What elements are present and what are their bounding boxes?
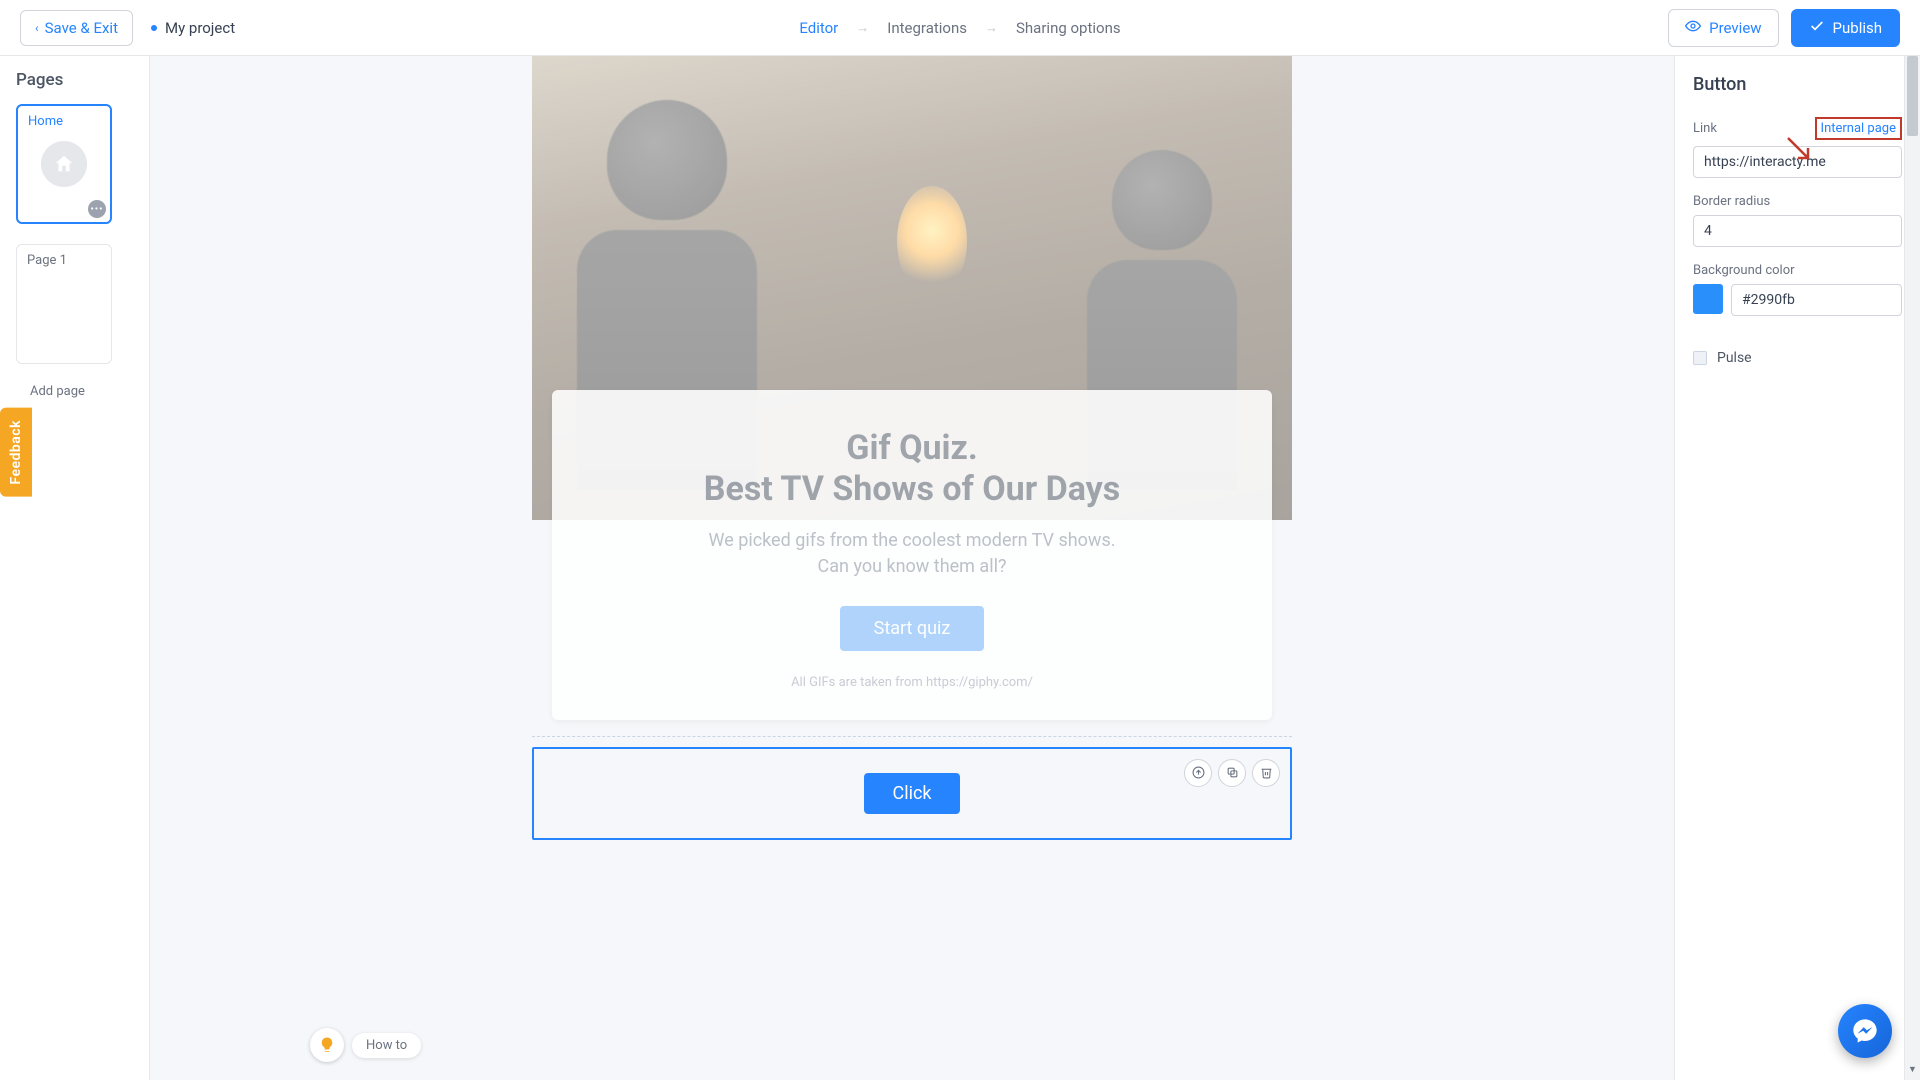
home-icon — [41, 141, 87, 187]
border-radius-input[interactable] — [1693, 215, 1902, 247]
canvas-click-button[interactable]: Click — [864, 773, 959, 814]
move-up-button[interactable] — [1184, 759, 1212, 787]
publish-label: Publish — [1833, 19, 1882, 37]
delete-button[interactable] — [1252, 759, 1280, 787]
properties-panel: Button Link Internal page Border radius … — [1674, 56, 1920, 1080]
page-card-label: Home — [28, 114, 100, 129]
breadcrumb: Editor → Integrations → Sharing options — [799, 19, 1120, 37]
hero-flame — [897, 186, 967, 296]
block-divider — [532, 736, 1292, 737]
pages-heading: Pages — [16, 70, 133, 90]
internal-page-link[interactable]: Internal page — [1815, 117, 1902, 140]
save-exit-label: Save & Exit — [45, 19, 118, 37]
scroll-down-button[interactable]: ▼ — [1905, 1064, 1920, 1080]
editor-canvas[interactable]: Gif Quiz. Best TV Shows of Our Days We p… — [150, 56, 1674, 1080]
chevron-left-icon: ‹ — [35, 21, 39, 35]
step-integrations[interactable]: Integrations — [887, 19, 967, 37]
quiz-title: Gif Quiz. Best TV Shows of Our Days — [582, 428, 1242, 510]
feedback-tab[interactable]: Feedback — [0, 408, 32, 497]
pulse-checkbox[interactable] — [1693, 351, 1707, 365]
quiz-intro-card[interactable]: Gif Quiz. Best TV Shows of Our Days We p… — [552, 390, 1272, 720]
project-name-text: My project — [165, 19, 235, 37]
messenger-chat-button[interactable] — [1838, 1004, 1892, 1058]
unsaved-dot-icon — [151, 25, 157, 31]
save-exit-button[interactable]: ‹ Save & Exit — [20, 10, 133, 46]
lightbulb-icon[interactable] — [310, 1028, 344, 1062]
border-radius-label: Border radius — [1693, 194, 1902, 209]
eye-icon — [1685, 18, 1701, 38]
vertical-scrollbar[interactable]: ▲ ▼ — [1904, 56, 1920, 1080]
properties-heading: Button — [1693, 74, 1902, 95]
pulse-label: Pulse — [1717, 350, 1752, 366]
quiz-subtitle: We picked gifs from the coolest modern T… — [582, 528, 1242, 580]
background-color-input[interactable] — [1731, 284, 1902, 316]
page-card-menu-button[interactable]: ••• — [88, 200, 106, 218]
preview-button[interactable]: Preview — [1668, 9, 1778, 47]
quiz-credit: All GIFs are taken from https://giphy.co… — [582, 675, 1242, 690]
annotation-arrow-icon — [1786, 136, 1814, 164]
publish-button[interactable]: Publish — [1791, 9, 1900, 47]
page-card-home[interactable]: Home ••• — [16, 104, 112, 224]
preview-label: Preview — [1709, 19, 1761, 37]
check-icon — [1809, 18, 1825, 38]
color-swatch[interactable] — [1693, 284, 1723, 314]
project-name: My project — [151, 19, 235, 37]
pages-sidebar: Pages Home ••• Page 1 Add page — [0, 56, 150, 1080]
how-to-button[interactable]: How to — [352, 1033, 421, 1058]
chevron-right-icon: → — [856, 20, 869, 36]
step-sharing[interactable]: Sharing options — [1016, 19, 1121, 37]
background-color-label: Background color — [1693, 263, 1902, 278]
scroll-thumb[interactable] — [1907, 56, 1918, 136]
start-quiz-button[interactable]: Start quiz — [840, 606, 985, 651]
button-block-selected[interactable]: Click — [532, 747, 1292, 840]
page-card-page1[interactable]: Page 1 — [16, 244, 112, 364]
link-label: Link — [1693, 121, 1717, 136]
duplicate-button[interactable] — [1218, 759, 1246, 787]
chevron-right-icon: → — [985, 20, 998, 36]
page-card-label: Page 1 — [27, 253, 101, 268]
add-page-button[interactable]: Add page — [30, 384, 133, 399]
step-editor[interactable]: Editor — [799, 19, 838, 37]
